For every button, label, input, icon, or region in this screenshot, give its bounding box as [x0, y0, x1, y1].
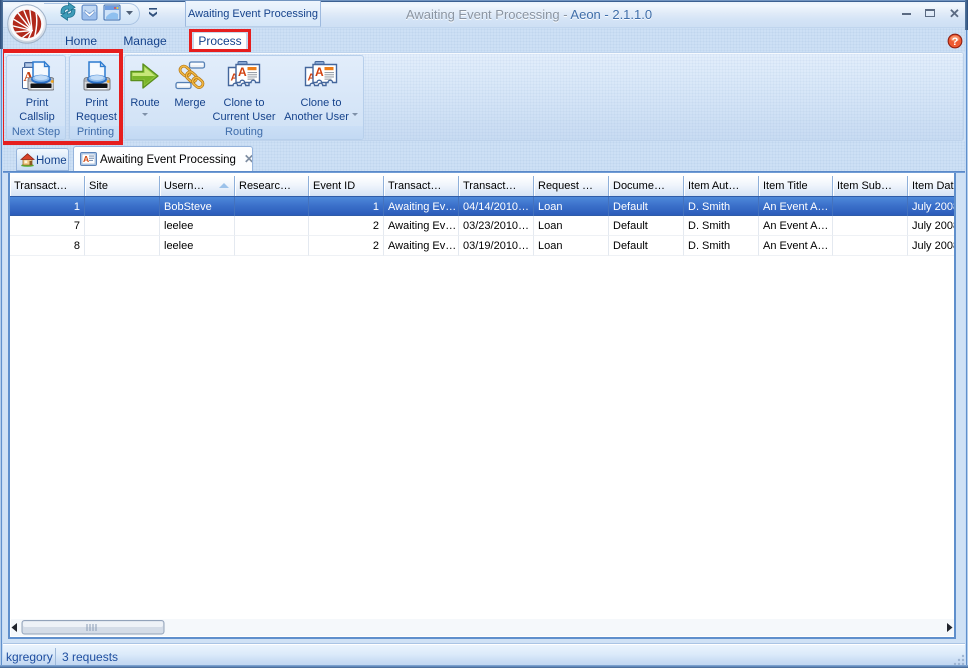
svg-text:A: A — [315, 65, 324, 79]
svg-text:A: A — [238, 65, 247, 79]
svg-text:?: ? — [952, 36, 959, 48]
svg-text:A: A — [83, 154, 89, 164]
